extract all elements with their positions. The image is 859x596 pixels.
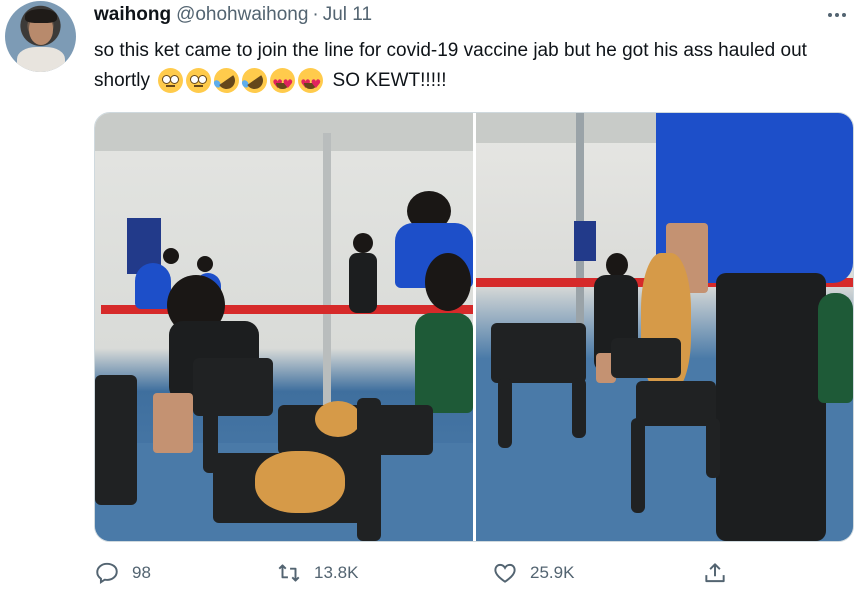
like-count: 25.9K: [530, 563, 575, 582]
retweet-icon: [278, 564, 300, 582]
photo-cat-carried[interactable]: [476, 113, 853, 541]
retweet-count: 13.8K: [314, 563, 359, 582]
photo-cat-in-chair[interactable]: [95, 113, 473, 541]
media-grid: [94, 112, 854, 542]
display-name[interactable]: waihong: [94, 4, 171, 26]
separator-dot: ·: [312, 4, 319, 25]
rofl-icon: [209, 63, 245, 99]
rolling-eyes-icon: [158, 68, 184, 94]
tweet-date[interactable]: Jul 11: [323, 4, 372, 26]
like-button[interactable]: 25.9K: [492, 558, 574, 588]
rofl-icon: [237, 63, 273, 99]
rolling-eyes-icon: [186, 68, 212, 94]
tweet-text-tail: SO KEWT!!!!!: [332, 70, 447, 91]
reply-button[interactable]: 98: [94, 558, 151, 588]
user-handle[interactable]: @ohohwaihong: [176, 4, 308, 26]
reply-icon: [96, 562, 118, 585]
heart-eyes-icon: [270, 68, 296, 99]
reply-count: 98: [132, 563, 151, 582]
tweet-actions: 98 13.8K 25.9K: [94, 558, 754, 588]
tweet-header: waihong @ohohwaihong · Jul 11: [94, 4, 372, 30]
avatar[interactable]: [5, 1, 76, 72]
emoji-group: [158, 63, 324, 99]
more-options-icon[interactable]: [822, 4, 852, 26]
share-button[interactable]: [702, 558, 728, 588]
heart-eyes-icon: [298, 68, 324, 99]
heart-icon: [494, 563, 516, 583]
tweet-text: so this ket came to join the line for co…: [94, 36, 844, 99]
retweet-button[interactable]: 13.8K: [276, 558, 358, 588]
share-icon: [705, 563, 725, 583]
